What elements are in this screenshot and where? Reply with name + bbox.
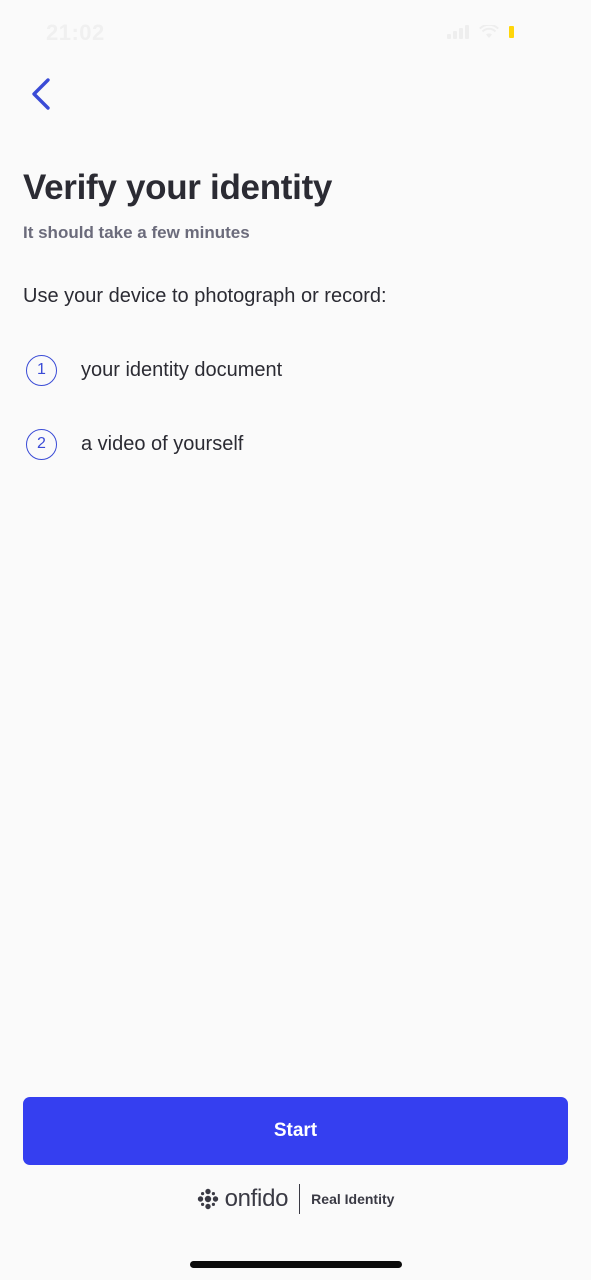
start-button[interactable]: Start	[23, 1097, 568, 1165]
step-item: 1 your identity document	[26, 352, 282, 388]
instruction-text: Use your device to photograph or record:	[23, 285, 387, 307]
status-icons	[447, 24, 543, 40]
onfido-logo-icon	[197, 1188, 218, 1210]
brand-name: onfido	[224, 1185, 289, 1212]
status-bar: 21:02	[0, 0, 591, 64]
step-label: a video of yourself	[81, 432, 244, 455]
verify-identity-screen: 21:02 Verify your identity It should tak…	[0, 0, 591, 1280]
footer-branding: onfido Real Identity	[0, 1181, 591, 1217]
chevron-left-icon	[32, 78, 50, 110]
home-indicator[interactable]	[190, 1261, 402, 1268]
step-label: your identity document	[81, 358, 283, 381]
back-button[interactable]	[18, 70, 64, 118]
step-number-badge: 2	[26, 428, 57, 460]
battery-icon	[509, 24, 543, 40]
page-subtitle: It should take a few minutes	[23, 223, 250, 242]
step-number-badge: 1	[26, 354, 57, 386]
brand-logo: onfido	[197, 1185, 289, 1213]
step-item: 2 a video of yourself	[26, 426, 282, 462]
battery-level	[509, 26, 514, 38]
footer-divider	[299, 1184, 301, 1214]
steps-list: 1 your identity document 2 a video of yo…	[26, 352, 282, 500]
wifi-icon	[479, 25, 499, 38]
signal-icon	[447, 25, 469, 39]
footer-tagline: Real Identity	[311, 1191, 395, 1207]
status-time: 21:02	[46, 20, 105, 45]
page-title: Verify your identity	[23, 168, 333, 207]
